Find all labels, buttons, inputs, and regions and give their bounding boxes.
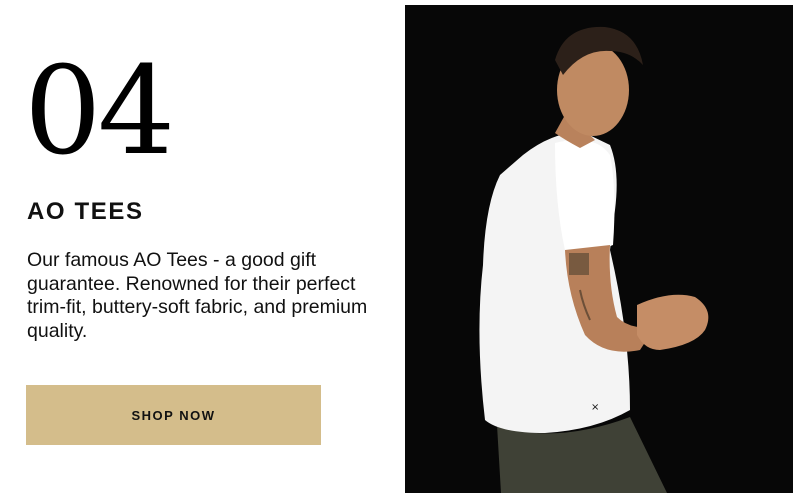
promo-card: 04 AO TEES Our famous AO Tees - a good g… (0, 0, 800, 498)
svg-text:×: × (591, 402, 599, 413)
product-description: Our famous AO Tees - a good gift guarant… (27, 249, 368, 342)
model-illustration: × (405, 5, 793, 493)
item-number: 04 (24, 40, 175, 182)
product-title: AO TEES (27, 198, 144, 225)
shop-now-button[interactable]: SHOP NOW (26, 385, 321, 445)
shop-now-label: SHOP NOW (131, 407, 216, 423)
product-photo: × (405, 5, 793, 493)
